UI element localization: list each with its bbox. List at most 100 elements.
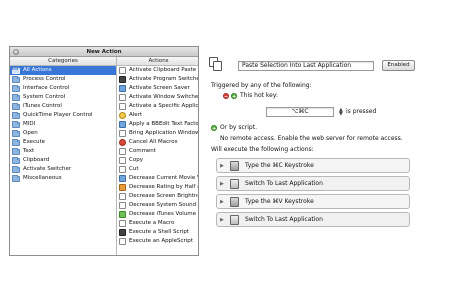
action-list-item[interactable]: Decrease System Sound Volu xyxy=(117,201,198,210)
action-list-item[interactable]: Execute a Shell Script xyxy=(117,228,198,237)
action-list-item[interactable]: Execute an AppleScript xyxy=(117,237,198,246)
macro-editor: Paste Selection Into Last Application En… xyxy=(206,46,415,256)
disclosure-triangle-icon[interactable]: ▶ xyxy=(220,217,224,223)
macro-action-row[interactable]: ▶ Type the ⌘V Keystroke xyxy=(216,194,410,209)
window-titlebar: New Action xyxy=(10,47,198,57)
folder-icon xyxy=(12,75,20,83)
hotkey-mode-select[interactable]: is pressed xyxy=(346,108,376,115)
action-list-item[interactable]: Cancel All Macros xyxy=(117,138,198,147)
action-list-item[interactable]: Bring Application Windows t xyxy=(117,129,198,138)
category-label: All Actions xyxy=(23,67,52,73)
category-label: Text xyxy=(23,148,35,154)
category-item[interactable]: System Control xyxy=(10,93,116,102)
action-list-label: Activate a Specific Applicatio xyxy=(129,103,199,109)
action-list-label: Activate Screen Saver xyxy=(129,85,190,91)
action-list-item[interactable]: Activate a Specific Applicatio xyxy=(117,102,199,111)
cut-icon xyxy=(119,166,126,173)
action-list-item[interactable]: Decrease Rating by Half a St xyxy=(117,183,198,192)
will-execute-label: Will execute the following actions: xyxy=(211,146,314,153)
action-list-item[interactable]: Activate Screen Saver xyxy=(117,84,198,93)
action-list-item[interactable]: Activate Window Switcher xyxy=(117,93,198,102)
folder-icon xyxy=(12,129,20,137)
category-item[interactable]: Clipboard xyxy=(10,156,116,165)
remove-trigger-icon[interactable]: − xyxy=(223,93,229,100)
keyboard-icon xyxy=(230,197,239,207)
categories-column-header[interactable]: Categories xyxy=(10,57,117,66)
category-item[interactable]: MIDI xyxy=(10,120,116,129)
action-list-item[interactable]: Apply a BBEdit Text Factory xyxy=(117,120,198,129)
action-list-item[interactable]: Alert xyxy=(117,111,198,120)
switch-app-icon xyxy=(230,179,239,189)
hotkey-field[interactable]: ⌥⌘C xyxy=(266,107,334,117)
disclosure-triangle-icon[interactable]: ▶ xyxy=(220,199,224,205)
disclosure-triangle-icon[interactable]: ▶ xyxy=(220,181,224,187)
macro-action-row[interactable]: ▶ Switch To Last Application xyxy=(216,212,410,227)
disclosure-triangle-icon[interactable]: ▶ xyxy=(220,163,224,169)
triggered-label: Triggered by any of the following: xyxy=(211,82,312,89)
categories-list: All Actions Process Control Interface Co… xyxy=(10,66,117,255)
actions-column-header[interactable]: Actions xyxy=(117,57,198,66)
folder-icon xyxy=(12,102,20,110)
folder-icon xyxy=(12,174,20,182)
brightness-icon xyxy=(119,193,126,200)
clipboard-icon xyxy=(119,67,126,74)
enabled-button[interactable]: Enabled xyxy=(382,60,415,71)
action-list-item[interactable]: Decrease Current Movie Vol xyxy=(117,174,199,183)
category-label: Activate Switcher xyxy=(23,166,72,172)
cancel-icon xyxy=(119,139,126,146)
action-list-label: Comment xyxy=(129,148,156,154)
action-list-item[interactable]: Activate Clipboard Paste Swi xyxy=(117,66,198,75)
remote-access-text: No remote access. Enable the web server … xyxy=(220,135,403,142)
category-item[interactable]: All Actions xyxy=(10,66,116,75)
action-list-label: Activate Clipboard Paste Swi xyxy=(129,67,198,73)
macro-action-row[interactable]: ▶ Type the ⌘C Keystroke xyxy=(216,158,410,173)
switch-app-icon xyxy=(230,215,239,225)
folder-icon xyxy=(12,111,20,119)
category-item[interactable]: Execute xyxy=(10,138,116,147)
macro-action-label: Switch To Last Application xyxy=(245,180,323,187)
action-list-label: Decrease System Sound Volu xyxy=(129,202,198,208)
action-list-item[interactable]: Comment xyxy=(117,147,198,156)
category-item[interactable]: Open xyxy=(10,129,116,138)
terminal-icon xyxy=(119,229,126,236)
macro-action-row[interactable]: ▶ Switch To Last Application xyxy=(216,176,410,191)
action-list-label: Decrease Current Movie Vol xyxy=(129,175,199,181)
action-list-item[interactable]: Cut xyxy=(117,165,198,174)
add-trigger-icon[interactable]: + xyxy=(211,125,217,132)
category-label: System Control xyxy=(23,94,66,100)
action-list-item[interactable]: Activate Program Switcher xyxy=(117,75,198,84)
action-list-label: Execute a Macro xyxy=(129,220,175,226)
copy-icon xyxy=(119,157,126,164)
folder-icon xyxy=(12,120,20,128)
action-list-label: Execute a Shell Script xyxy=(129,229,189,235)
category-item[interactable]: Miscellaneous xyxy=(10,174,116,183)
actions-list: Activate Clipboard Paste Swi Activate Pr… xyxy=(117,66,199,255)
folder-icon xyxy=(12,156,20,164)
action-list-item[interactable]: Decrease iTunes Volume xyxy=(117,210,198,219)
category-label: Open xyxy=(23,130,38,136)
action-list-label: Cut xyxy=(129,166,139,172)
add-trigger-icon[interactable]: + xyxy=(231,93,237,100)
category-item[interactable]: iTunes Control xyxy=(10,102,116,111)
action-list-item[interactable]: Execute a Macro xyxy=(117,219,198,228)
macro-icon xyxy=(119,220,126,227)
chevron-updown-icon[interactable]: ▲ ▼ xyxy=(339,108,343,117)
action-list-label: Copy xyxy=(129,157,143,163)
category-label: Execute xyxy=(23,139,45,145)
category-label: Miscellaneous xyxy=(23,175,62,181)
screensaver-icon xyxy=(119,85,126,92)
folder-icon xyxy=(12,93,20,101)
category-item[interactable]: QuickTime Player Control xyxy=(10,111,116,120)
or-by-script-label: Or by script. xyxy=(220,124,257,131)
keyboard-icon xyxy=(230,161,239,171)
action-list-item[interactable]: Decrease Screen Brightness xyxy=(117,192,198,201)
category-item[interactable]: Interface Control xyxy=(10,84,116,93)
action-list-label: Cancel All Macros xyxy=(129,139,178,145)
itunes-icon xyxy=(119,211,126,218)
macro-name-field[interactable]: Paste Selection Into Last Application xyxy=(238,61,374,71)
category-item[interactable]: Activate Switcher xyxy=(10,165,116,174)
action-list-item[interactable]: Copy xyxy=(117,156,198,165)
window-close-icon[interactable] xyxy=(13,49,19,55)
category-item[interactable]: Text xyxy=(10,147,116,156)
category-item[interactable]: Process Control xyxy=(10,75,116,84)
